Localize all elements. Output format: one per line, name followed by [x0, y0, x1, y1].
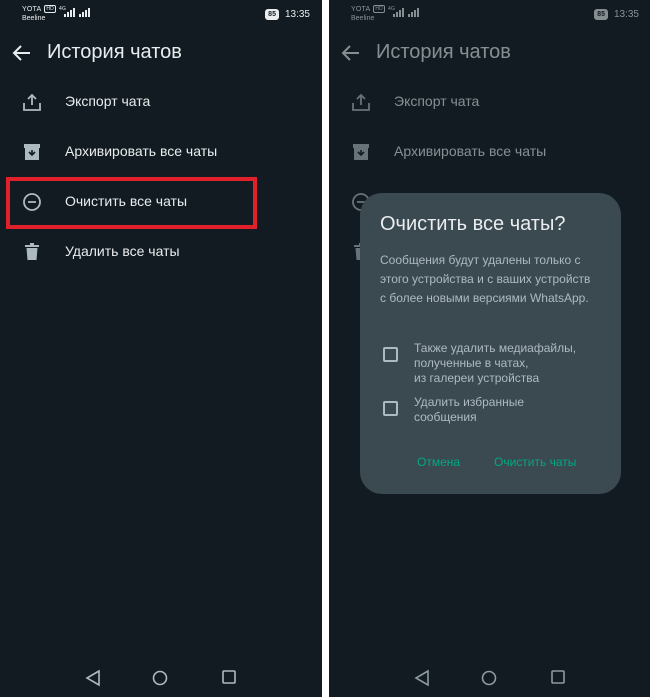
signal-icon — [64, 7, 75, 17]
nav-recent-icon[interactable] — [222, 670, 236, 684]
menu-item-label: Архивировать все чаты — [65, 143, 218, 159]
carrier1-label: YOTA — [351, 5, 371, 13]
signal-icon — [408, 7, 419, 17]
battery-icon: 85 — [594, 9, 608, 20]
carrier1-label: YOTA — [22, 5, 42, 13]
divider — [322, 0, 329, 697]
carrier2-label: Beeline — [351, 15, 375, 22]
export-icon — [23, 93, 41, 111]
trash-icon — [25, 243, 39, 260]
menu-item-label: Архивировать все чаты — [394, 143, 547, 159]
back-arrow-icon[interactable] — [12, 43, 32, 63]
delete-media-checkbox-row[interactable]: Также удалить медиафайлы, полученные в ч… — [380, 341, 610, 389]
clock: 13:35 — [613, 9, 639, 20]
screen-clear-dialog: YOTA HD 4G Beeline 85 13:35 История чато… — [329, 0, 650, 697]
hd-badge: HD — [373, 5, 385, 13]
highlight-frame — [6, 177, 257, 229]
system-nav-bar — [329, 659, 650, 697]
page-title: История чатов — [376, 41, 511, 63]
carrier-name: YOTA HD 4G — [351, 5, 395, 13]
delete-media-checkbox[interactable] — [383, 347, 398, 362]
menu-item-export[interactable]: Экспорт чата — [0, 77, 322, 127]
menu-item-label: Экспорт чата — [394, 93, 480, 109]
back-arrow-icon — [341, 45, 359, 61]
archive-icon — [24, 144, 40, 160]
delete-starred-checkbox[interactable] — [383, 401, 398, 416]
menu-item-label: Удалить все чаты — [65, 243, 180, 259]
battery-icon: 85 — [265, 9, 279, 20]
delete-starred-checkbox-row[interactable]: Удалить избранные сообщения — [380, 395, 610, 427]
export-icon — [352, 93, 370, 111]
screen-chat-history: YOTA HD 4G Beeline 85 13:35 История чато… — [0, 0, 322, 697]
page-title: История чатов — [47, 41, 182, 63]
status-right: 85 13:35 — [594, 9, 639, 20]
app-bar: История чатов — [329, 28, 650, 78]
nav-home-icon[interactable] — [481, 670, 497, 686]
carrier2-label: Beeline — [22, 15, 46, 22]
nav-back-icon[interactable] — [414, 669, 430, 687]
clear-chats-dialog: Очистить все чаты? Сообщения будут удале… — [360, 193, 621, 494]
menu-item-label: Экспорт чата — [65, 93, 151, 109]
cancel-button[interactable]: Отмена — [417, 455, 460, 469]
nav-home-icon[interactable] — [152, 670, 168, 686]
clear-chats-button[interactable]: Очистить чаты — [494, 455, 576, 469]
status-bar: YOTA HD 4G Beeline 85 13:35 — [0, 0, 322, 28]
signal-icon — [393, 7, 404, 17]
nav-back-icon[interactable] — [85, 669, 101, 687]
nav-recent-icon[interactable] — [551, 670, 565, 684]
archive-icon — [353, 144, 369, 160]
menu-item-archive: Архивировать все чаты — [329, 127, 650, 177]
hd-badge: HD — [44, 5, 56, 13]
delete-starred-label: Удалить избранные сообщения — [414, 395, 524, 424]
system-nav-bar — [0, 659, 322, 697]
dialog-title: Очистить все чаты? — [380, 213, 566, 235]
dialog-message: Сообщения будут удалены только с этого у… — [380, 253, 591, 305]
delete-media-label: Также удалить медиафайлы, полученные в ч… — [414, 341, 577, 385]
menu-item-export: Экспорт чата — [329, 77, 650, 127]
clock: 13:35 — [284, 9, 310, 20]
menu-item-archive[interactable]: Архивировать все чаты — [0, 127, 322, 177]
menu-item-delete[interactable]: Удалить все чаты — [0, 227, 322, 277]
status-bar: YOTA HD 4G Beeline 85 13:35 — [329, 0, 650, 28]
signal-icon — [79, 7, 90, 17]
status-right: 85 13:35 — [265, 9, 310, 20]
app-bar: История чатов — [0, 28, 322, 78]
carrier-name: YOTA HD 4G — [22, 5, 66, 13]
